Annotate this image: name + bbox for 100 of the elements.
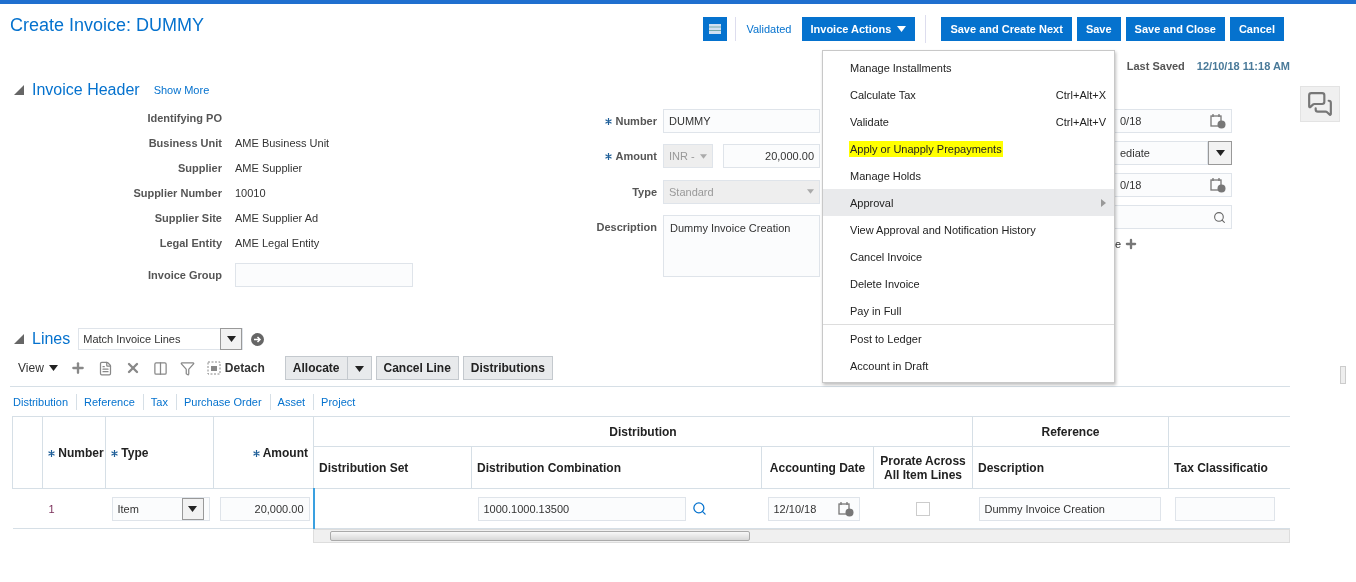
menu-item[interactable]: Account in Draft [823, 352, 1114, 379]
caret-icon [188, 505, 197, 512]
field-label: Type [631, 184, 657, 200]
field-label: Description [595, 219, 657, 235]
allocate-menu-button[interactable] [347, 356, 372, 380]
type-select: Standard [663, 179, 820, 204]
show-more-link[interactable]: Show More [153, 84, 210, 96]
match-lines-select[interactable]: Match Invoice Lines [78, 328, 244, 350]
detach-button[interactable]: Detach [206, 361, 265, 375]
currency-select: INR - [663, 144, 713, 169]
menu-item[interactable]: Approval [823, 189, 1114, 216]
split-icon[interactable] [152, 360, 168, 376]
toolbar-button[interactable]: Cancel Line [375, 356, 459, 380]
menu-item[interactable]: Post to Ledger [823, 325, 1114, 352]
toolbar-button[interactable]: Save and Close [1125, 17, 1225, 41]
caret-icon [354, 366, 364, 372]
document-icon[interactable] [97, 360, 113, 376]
caret-icon [48, 365, 58, 371]
menu-item[interactable]: Apply or Unapply Prepayments [823, 135, 1114, 162]
column-header: Prorate Across All Item Lines [873, 446, 973, 489]
field-value: 10010 [235, 186, 267, 199]
menu-item[interactable]: View Approval and Notification History [823, 216, 1114, 243]
required-icon [48, 449, 55, 457]
required-icon [605, 152, 613, 160]
invoice-actions-button[interactable]: Invoice Actions [801, 17, 916, 41]
field-label: e [1115, 238, 1122, 250]
field-label: Legal Entity [158, 236, 222, 249]
table-view-button[interactable] [703, 17, 728, 41]
tax-classification-field[interactable] [1174, 496, 1275, 521]
date-field[interactable]: 12/10/18 [767, 496, 860, 521]
toolbar-button[interactable]: Save [1076, 17, 1121, 41]
add-icon[interactable] [69, 360, 86, 376]
field-label: Business Unit [147, 136, 222, 149]
calendar-icon[interactable] [1210, 177, 1226, 193]
distribution-combination-field[interactable]: 1000.1000.13500 [477, 496, 686, 521]
prorate-checkbox[interactable] [916, 501, 930, 516]
section-title: Invoice Header [32, 81, 140, 99]
menu-item[interactable]: Delete Invoice [823, 270, 1114, 297]
required-icon [605, 117, 613, 125]
grid-icon [709, 24, 722, 34]
tab[interactable]: Distribution [10, 394, 78, 410]
toolbar-button[interactable]: Distributions [462, 356, 553, 380]
table-cell: 1 [42, 488, 106, 529]
column-group-header: Reference [972, 416, 1169, 447]
tab[interactable]: Reference [81, 394, 144, 410]
caret-icon [1215, 150, 1225, 156]
field-value: AME Supplier Ad [235, 211, 320, 224]
menu-item[interactable]: Pay in Full [823, 297, 1114, 324]
column-header: Amount [213, 416, 314, 489]
dropdown-button[interactable] [181, 497, 204, 520]
toolbar-button[interactable]: Cancel [1229, 17, 1284, 41]
column-header: Description [972, 446, 1169, 489]
invoice-group-field[interactable] [235, 262, 413, 287]
calendar-icon[interactable] [837, 500, 854, 517]
menu-item[interactable]: Manage Holds [823, 162, 1114, 189]
tab[interactable]: Project [318, 394, 364, 410]
tab[interactable]: Purchase Order [180, 394, 271, 410]
field-label: Supplier Number [132, 186, 222, 199]
detach-icon [206, 361, 221, 375]
search-icon[interactable] [691, 501, 707, 516]
required-icon [111, 449, 118, 457]
select-field[interactable]: ediate [1115, 141, 1208, 165]
menu-item[interactable]: Manage Installments [823, 54, 1114, 81]
field-value: AME Legal Entity [235, 236, 321, 249]
view-menu[interactable]: View [18, 361, 58, 375]
collapse-icon[interactable] [14, 334, 24, 344]
field-label: Supplier [177, 161, 222, 174]
collapse-icon[interactable] [14, 85, 24, 95]
amount-field[interactable]: 20,000.00 [219, 496, 310, 521]
panel-toggle[interactable] [1340, 366, 1346, 384]
comments-button[interactable] [1300, 86, 1340, 122]
section-title: Lines [32, 330, 71, 348]
search-field[interactable] [1115, 205, 1232, 229]
dropdown-button[interactable] [220, 328, 243, 350]
menu-item[interactable]: Cancel Invoice [823, 243, 1114, 270]
amount-field[interactable]: 20,000.00 [723, 144, 820, 169]
date-field[interactable]: 0/18 [1115, 173, 1232, 197]
column-header: Type [105, 416, 214, 489]
menu-item[interactable]: Validate Ctrl+Alt+V [823, 108, 1114, 135]
toolbar-button[interactable]: Save and Create Next [941, 17, 1072, 41]
allocate-button[interactable]: Allocate [284, 356, 348, 380]
caret-icon [226, 336, 236, 342]
menu-item[interactable]: Calculate Tax Ctrl+Alt+X [823, 81, 1114, 108]
column-header: Accounting Date [761, 446, 874, 489]
go-icon[interactable] [251, 332, 265, 346]
type-select[interactable]: Item [111, 496, 210, 521]
filter-icon[interactable] [179, 360, 195, 376]
dropdown-button[interactable] [1208, 141, 1232, 165]
text-field[interactable]: DUMMY [663, 109, 820, 133]
tab[interactable]: Asset [274, 394, 315, 410]
add-icon[interactable] [1124, 237, 1139, 251]
caret-icon [807, 188, 814, 195]
horizontal-scrollbar[interactable] [313, 529, 1290, 543]
date-field[interactable]: 0/18 [1115, 109, 1232, 133]
status-link[interactable]: Validated [735, 17, 802, 41]
description-field[interactable]: Dummy Invoice Creation [978, 496, 1161, 521]
caret-icon [700, 152, 707, 160]
tab[interactable]: Tax [147, 394, 177, 410]
calendar-icon[interactable] [1210, 113, 1226, 129]
description-field[interactable]: Dummy Invoice Creation [663, 214, 820, 277]
